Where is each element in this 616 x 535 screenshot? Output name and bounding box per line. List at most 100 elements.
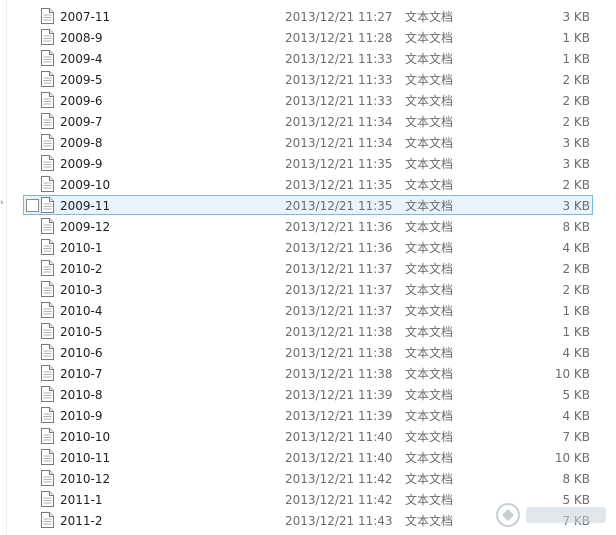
file-type: 文本文档 [405, 10, 454, 24]
file-row[interactable]: 2010-9 2013/12/21 11:39 文本文档 4 KB [23, 405, 593, 425]
file-size: 1 KB [562, 304, 590, 318]
file-name: 2010-10 [60, 430, 111, 444]
text-document-icon [41, 302, 54, 318]
file-date-modified: 2013/12/21 11:42 [285, 493, 393, 507]
text-document-icon [41, 92, 54, 108]
file-size: 3 KB [562, 157, 590, 171]
file-row[interactable]: 2011-1 2013/12/21 11:42 文本文档 5 KB [23, 489, 593, 509]
file-row[interactable]: 2009-5 2013/12/21 11:33 文本文档 2 KB [23, 69, 593, 89]
file-type: 文本文档 [405, 241, 454, 255]
text-document-icon [41, 8, 54, 24]
file-date-modified: 2013/12/21 11:40 [285, 430, 393, 444]
file-type: 文本文档 [405, 262, 454, 276]
file-row[interactable]: 2008-9 2013/12/21 11:28 文本文档 1 KB [23, 27, 593, 47]
file-row[interactable]: 2009-12 2013/12/21 11:36 文本文档 8 KB [23, 216, 593, 236]
file-date-modified: 2013/12/21 11:37 [285, 262, 393, 276]
file-size: 4 KB [562, 409, 590, 423]
file-row[interactable]: 2010-10 2013/12/21 11:40 文本文档 7 KB [23, 426, 593, 446]
text-document-icon [41, 386, 54, 402]
file-row[interactable]: 2009-6 2013/12/21 11:33 文本文档 2 KB [23, 90, 593, 110]
text-document-icon [41, 428, 54, 444]
file-size: 5 KB [562, 493, 590, 507]
file-name: 2010-5 [60, 325, 103, 339]
file-name: 2008-9 [60, 31, 103, 45]
file-size: 7 KB [562, 514, 590, 528]
file-row[interactable]: 2009-10 2013/12/21 11:35 文本文档 2 KB [23, 174, 593, 194]
file-row[interactable]: 2011-2 2013/12/21 11:43 文本文档 7 KB [23, 510, 593, 530]
file-type: 文本文档 [405, 430, 454, 444]
file-date-modified: 2013/12/21 11:28 [285, 31, 393, 45]
file-type: 文本文档 [405, 157, 454, 171]
file-row[interactable]: 2010-5 2013/12/21 11:38 文本文档 1 KB [23, 321, 593, 341]
file-date-modified: 2013/12/21 11:37 [285, 283, 393, 297]
file-name: 2011-2 [60, 514, 103, 528]
file-name: 2011-1 [60, 493, 103, 507]
file-date-modified: 2013/12/21 11:43 [285, 514, 393, 528]
file-name: 2009-7 [60, 115, 103, 129]
file-name: 2010-2 [60, 262, 103, 276]
file-row[interactable]: 2010-3 2013/12/21 11:37 文本文档 2 KB [23, 279, 593, 299]
file-row[interactable]: 2010-6 2013/12/21 11:38 文本文档 4 KB [23, 342, 593, 362]
file-type: 文本文档 [405, 94, 454, 108]
file-row[interactable]: 2007-11 2013/12/21 11:27 文本文档 3 KB [23, 6, 593, 26]
file-type: 文本文档 [405, 451, 454, 465]
text-document-icon [41, 407, 54, 423]
file-name: 2010-6 [60, 346, 103, 360]
file-row[interactable]: 2010-4 2013/12/21 11:37 文本文档 1 KB [23, 300, 593, 320]
file-type: 文本文档 [405, 304, 454, 318]
file-row[interactable]: 2009-7 2013/12/21 11:34 文本文档 2 KB [23, 111, 593, 131]
file-row[interactable]: 2009-8 2013/12/21 11:34 文本文档 3 KB [23, 132, 593, 152]
file-date-modified: 2013/12/21 11:33 [285, 94, 393, 108]
file-type: 文本文档 [405, 388, 454, 402]
file-row[interactable]: 2010-7 2013/12/21 11:38 文本文档 10 KB [23, 363, 593, 383]
text-document-icon [41, 512, 54, 528]
file-row[interactable]: 2010-12 2013/12/21 11:42 文本文档 8 KB [23, 468, 593, 488]
text-document-icon [41, 71, 54, 87]
file-row[interactable]: 2009-4 2013/12/21 11:33 文本文档 1 KB [23, 48, 593, 68]
file-size: 7 KB [562, 430, 590, 444]
file-type: 文本文档 [405, 136, 454, 150]
file-name: 2010-9 [60, 409, 103, 423]
file-date-modified: 2013/12/21 11:38 [285, 325, 393, 339]
file-date-modified: 2013/12/21 11:40 [285, 451, 393, 465]
file-name: 2009-5 [60, 73, 103, 87]
text-document-icon [41, 449, 54, 465]
file-type: 文本文档 [405, 31, 454, 45]
file-size: 4 KB [562, 241, 590, 255]
file-name: 2009-10 [60, 178, 111, 192]
file-date-modified: 2013/12/21 11:39 [285, 388, 393, 402]
file-date-modified: 2013/12/21 11:38 [285, 367, 393, 381]
navigation-pane-edge: › [0, 0, 7, 535]
file-size: 2 KB [562, 283, 590, 297]
file-date-modified: 2013/12/21 11:35 [285, 157, 393, 171]
text-document-icon [41, 29, 54, 45]
file-size: 3 KB [562, 199, 590, 213]
file-type: 文本文档 [405, 283, 454, 297]
file-date-modified: 2013/12/21 11:34 [285, 136, 393, 150]
text-document-icon [41, 491, 54, 507]
file-row[interactable]: 2010-2 2013/12/21 11:37 文本文档 2 KB [23, 258, 593, 278]
file-size: 10 KB [554, 367, 590, 381]
file-name: 2009-9 [60, 157, 103, 171]
file-name: 2009-8 [60, 136, 103, 150]
file-size: 1 KB [562, 31, 590, 45]
file-row[interactable]: 2009-9 2013/12/21 11:35 文本文档 3 KB [23, 153, 593, 173]
text-document-icon [41, 365, 54, 381]
file-type: 文本文档 [405, 178, 454, 192]
text-document-icon [41, 470, 54, 486]
file-date-modified: 2013/12/21 11:38 [285, 346, 393, 360]
file-row[interactable]: 2010-11 2013/12/21 11:40 文本文档 10 KB [23, 447, 593, 467]
file-row[interactable]: 2010-8 2013/12/21 11:39 文本文档 5 KB [23, 384, 593, 404]
file-date-modified: 2013/12/21 11:36 [285, 220, 393, 234]
pane-splitter-marker[interactable]: › [0, 198, 4, 208]
file-date-modified: 2013/12/21 11:27 [285, 10, 393, 24]
text-document-icon [41, 155, 54, 171]
file-row[interactable]: 2010-1 2013/12/21 11:36 文本文档 4 KB [23, 237, 593, 257]
checkbox-icon[interactable] [26, 199, 39, 212]
text-document-icon [41, 134, 54, 150]
file-date-modified: 2013/12/21 11:33 [285, 52, 393, 66]
text-document-icon [41, 176, 54, 192]
file-size: 1 KB [562, 325, 590, 339]
file-row[interactable]: 2009-11 2013/12/21 11:35 文本文档 3 KB [23, 195, 593, 215]
file-type: 文本文档 [405, 493, 454, 507]
